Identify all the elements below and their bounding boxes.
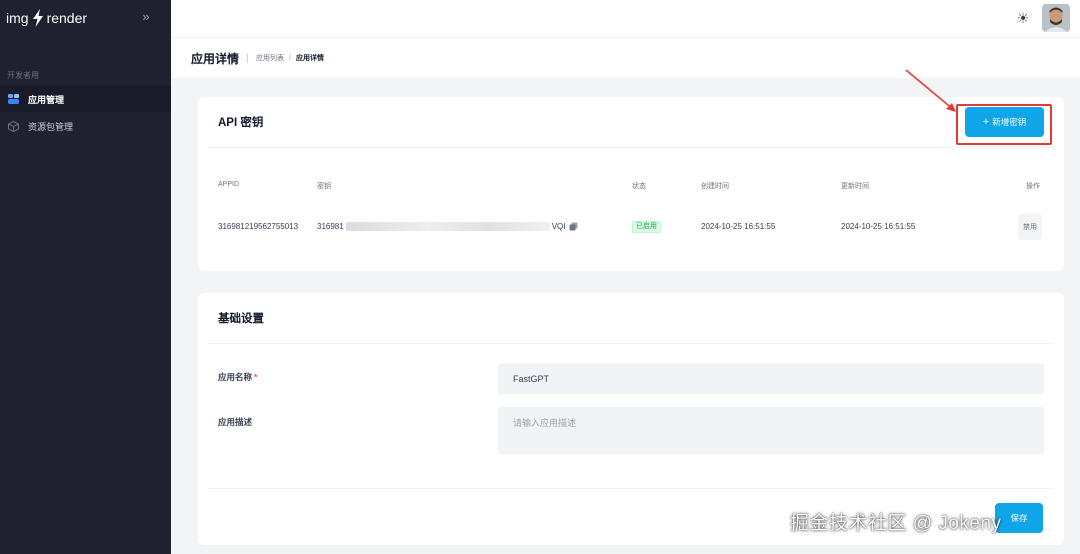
breadcrumb-current: 应用详情 [295,55,324,62]
sidebar-item-label: 资源包管理 [28,121,74,132]
collapse-sidebar-icon[interactable]: » [139,9,153,25]
card-divider [208,343,1054,344]
column-header-secret: 密钥 [317,183,331,190]
page-header: 应用详情 应用列表 / 应用详情 [171,38,1080,78]
app-name-label: 应用名称 * [218,371,257,383]
secret-suffix: VQI [551,222,566,231]
avatar[interactable] [1042,4,1070,32]
breadcrumb: 应用列表 / 应用详情 [256,53,324,63]
app-name-label-text: 应用名称 [218,372,253,382]
page-title: 应用详情 [191,51,240,66]
secret-prefix: 316981 [317,222,344,231]
sidebar: img render » 开发者用 应用管理 资源包管理 [0,0,171,554]
add-key-button[interactable]: + 新增密钥 [965,107,1044,137]
save-button[interactable]: 保存 [995,503,1043,533]
disable-button[interactable]: 禁用 [1018,214,1042,240]
logo-text-left: img [6,10,29,26]
sidebar-item-package-management[interactable]: 资源包管理 [0,113,171,139]
app-grid-icon [7,93,19,105]
api-key-card: API 密钥 + 新增密钥 APPID 密钥 状态 创建时间 更新时间 操作 3… [198,97,1064,271]
watermark: 掘金技术社区 @ Jokeny [790,513,1002,534]
column-header-appid: APPID [218,181,240,188]
breadcrumb-app-list[interactable]: 应用列表 [256,53,284,63]
created-time-cell: 2024-10-25 16:51:55 [701,222,776,231]
api-key-card-title: API 密钥 [218,117,264,129]
plus-icon: + [982,116,990,128]
required-mark: * [254,372,258,382]
lightning-bolt-icon [32,9,43,27]
package-icon [7,120,19,132]
updated-time-cell: 2024-10-25 16:51:55 [841,222,916,231]
add-key-button-label: 新增密钥 [992,117,1027,127]
app-name-input[interactable] [498,364,1044,394]
status-badge: 已启用 [632,221,661,233]
app-logo[interactable]: img render [6,8,87,28]
sidebar-item-app-management[interactable]: 应用管理 [0,86,171,112]
top-bar: ☀ [171,0,1080,38]
column-header-created: 创建时间 [701,183,729,190]
sidebar-section-label: 开发者用 [7,71,39,80]
card-divider [208,147,1054,148]
secret-cell: 316981 VQI [317,222,578,231]
sidebar-item-label: 应用管理 [28,94,65,105]
app-description-label: 应用描述 [218,417,253,427]
column-header-actions: 操作 [1026,183,1040,190]
appid-cell: 316981219562755013 [218,222,299,231]
copy-icon[interactable] [569,222,578,231]
card-footer-divider [208,488,1054,489]
basic-settings-title: 基础设置 [218,313,264,325]
column-header-updated: 更新时间 [841,183,869,190]
logo-text-right: render [46,10,88,26]
breadcrumb-separator: / [289,54,291,62]
breadcrumb-divider [247,53,249,63]
app-description-input[interactable] [498,407,1044,454]
sun-icon[interactable]: ☀ [1014,9,1032,27]
column-header-status: 状态 [632,183,646,190]
secret-masked [345,222,550,231]
